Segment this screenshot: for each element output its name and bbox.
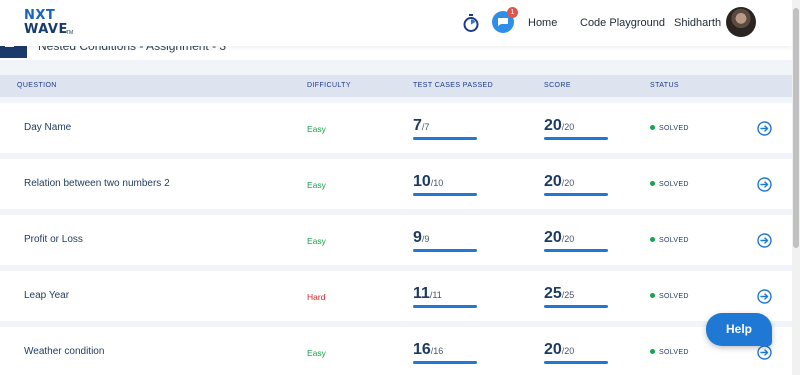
table-row[interactable]: Weather condition Easy 16/16 20/20 SOLVE… — [0, 327, 792, 375]
vertical-scrollbar[interactable] — [792, 0, 800, 375]
status-dot — [650, 349, 655, 354]
passed-count: 7 — [413, 117, 422, 134]
test-cases-progress-bar — [413, 193, 477, 196]
score-progress-bar — [544, 137, 608, 140]
status-text: SOLVED — [659, 181, 689, 188]
question-title[interactable]: Profit or Loss — [24, 234, 83, 245]
status-badge: SOLVED — [650, 293, 689, 300]
score: 20/20 — [544, 173, 608, 197]
help-button[interactable]: Help — [706, 313, 772, 346]
score-value: 20 — [544, 117, 562, 134]
avatar[interactable] — [726, 7, 756, 37]
status-text: SOLVED — [659, 125, 689, 132]
test-cases-passed: 10/10 — [413, 173, 477, 197]
score-value: 25 — [544, 285, 562, 302]
total-cases: /10 — [430, 178, 444, 188]
question-title[interactable]: Leap Year — [24, 290, 69, 301]
status-badge: SOLVED — [650, 125, 689, 132]
status-dot — [650, 237, 655, 242]
table-row[interactable]: Relation between two numbers 2 Easy 10/1… — [0, 159, 792, 209]
nav-code-playground-link[interactable]: Code Playground — [580, 17, 665, 29]
table-row[interactable]: Profit or Loss Easy 9/9 20/20 SOLVED — [0, 215, 792, 265]
table-header: QUESTION DIFFICULTY TEST CASES PASSED SC… — [0, 75, 792, 97]
question-title[interactable]: Day Name — [24, 122, 71, 133]
score-value: 20 — [544, 229, 562, 246]
total-cases: /7 — [421, 122, 430, 132]
status-badge: SOLVED — [650, 181, 689, 188]
logo-text-wave: WAVE — [24, 22, 68, 37]
column-header-score: SCORE — [544, 82, 571, 89]
max-score: /20 — [561, 122, 575, 132]
status-text: SOLVED — [659, 237, 689, 244]
column-header-test-cases: TEST CASES PASSED — [413, 82, 494, 89]
status-text: SOLVED — [659, 293, 689, 300]
passed-count: 9 — [413, 229, 422, 246]
chat-icon[interactable]: 1 — [492, 7, 518, 33]
difficulty-label: Easy — [307, 348, 326, 358]
page: Nested Conditions - Assignment - 3 NXT W… — [0, 0, 792, 375]
difficulty-label: Easy — [307, 236, 326, 246]
status-dot — [650, 293, 655, 298]
column-header-status: STATUS — [650, 82, 679, 89]
nav-home-link[interactable]: Home — [528, 17, 557, 29]
score-progress-bar — [544, 305, 608, 308]
max-score: /20 — [561, 178, 575, 188]
question-title[interactable]: Relation between two numbers 2 — [24, 178, 170, 189]
top-navbar: NXT WAVE TM 1 Home Code Playground Shidh… — [0, 0, 792, 46]
score-value: 20 — [544, 341, 562, 358]
test-cases-passed: 9/9 — [413, 229, 477, 253]
table-row[interactable]: Leap Year Hard 11/11 25/25 SOLVED — [0, 271, 792, 321]
arrow-right-circle-icon[interactable] — [757, 345, 772, 360]
passed-count: 11 — [413, 285, 430, 302]
test-cases-progress-bar — [413, 137, 477, 140]
column-header-question: QUESTION — [17, 82, 57, 89]
test-cases-passed: 11/11 — [413, 285, 477, 309]
arrow-right-circle-icon[interactable] — [757, 177, 772, 192]
user-name[interactable]: Shidharth — [674, 17, 721, 29]
total-cases: /11 — [429, 290, 442, 300]
score: 20/20 — [544, 341, 608, 365]
arrow-right-circle-icon[interactable] — [757, 121, 772, 136]
arrow-right-circle-icon[interactable] — [757, 289, 772, 304]
total-cases: /16 — [430, 346, 444, 356]
score: 25/25 — [544, 285, 608, 309]
test-cases-progress-bar — [413, 249, 477, 252]
difficulty-label: Hard — [307, 292, 326, 302]
difficulty-label: Easy — [307, 180, 326, 190]
stopwatch-icon[interactable] — [462, 13, 480, 33]
score: 20/20 — [544, 229, 608, 253]
status-dot — [650, 181, 655, 186]
score-progress-bar — [544, 193, 608, 196]
score-progress-bar — [544, 249, 608, 252]
passed-count: 16 — [413, 341, 431, 358]
question-title[interactable]: Weather condition — [24, 346, 104, 357]
max-score: /20 — [561, 234, 575, 244]
table-row[interactable]: Day Name Easy 7/7 20/20 SOLVED — [0, 103, 792, 153]
passed-count: 10 — [413, 173, 431, 190]
max-score: /25 — [561, 290, 575, 300]
test-cases-progress-bar — [413, 305, 477, 308]
max-score: /20 — [561, 346, 575, 356]
nxtwave-logo[interactable]: NXT WAVE TM — [24, 8, 80, 40]
status-badge: SOLVED — [650, 349, 689, 356]
total-cases: /9 — [421, 234, 430, 244]
test-cases-passed: 16/16 — [413, 341, 477, 365]
scrollbar-thumb[interactable] — [793, 8, 799, 248]
column-header-difficulty: DIFFICULTY — [307, 82, 351, 89]
score: 20/20 — [544, 117, 608, 141]
status-dot — [650, 125, 655, 130]
arrow-right-circle-icon[interactable] — [757, 233, 772, 248]
logo-text-nxt: NXT — [24, 8, 56, 23]
logo-tm: TM — [66, 30, 74, 36]
difficulty-label: Easy — [307, 124, 326, 134]
notification-badge: 1 — [507, 7, 518, 18]
test-cases-passed: 7/7 — [413, 117, 477, 141]
test-cases-progress-bar — [413, 361, 477, 364]
score-value: 20 — [544, 173, 562, 190]
status-text: SOLVED — [659, 349, 689, 356]
status-badge: SOLVED — [650, 237, 689, 244]
score-progress-bar — [544, 361, 608, 364]
